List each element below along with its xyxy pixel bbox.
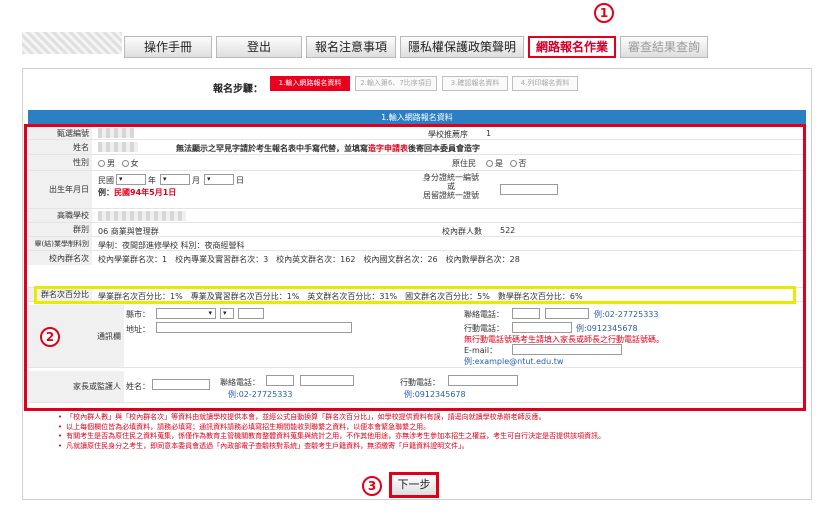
nav-notice-button[interactable]: 報名注意事項 [306,36,396,58]
site-logo [22,32,122,54]
note-item: 有關考生是否為原住民之資料蒐集，係僅作為教育主管機關教育整體資料蒐集與統計之用，… [58,432,605,442]
step-1: 1.輸入網路報名資料 [270,76,350,91]
steps-label: 報名步驟： [213,84,263,95]
note-item: 以上每個欄位皆為必填資料，請務必填寫；通訊資料請務必填寫招生期間能收到聯繫之資料… [58,423,605,433]
nav-manual-button[interactable]: 操作手冊 [124,36,212,58]
callout-3: 3 [362,476,382,496]
step-2: 2.輸入第6、7比序項目 [355,76,437,91]
form-highlight-frame [24,124,806,411]
callout-1: 1 [594,3,614,23]
nav-privacy-button[interactable]: 隱私權保護政策聲明 [400,36,524,58]
step-3: 3.確認報名資料 [442,76,508,91]
nav-online-registration-button[interactable]: 網路報名作業 [528,36,616,58]
nav-result-query-button[interactable]: 審查結果查詢 [620,36,708,58]
top-nav: 操作手冊 登出 報名注意事項 隱私權保護政策聲明 網路報名作業 審查結果查詢 [0,28,824,58]
note-item: 「校內群人數」與「校內群名次」等資料由就讀學校提供本會，並經公式自動換算「群名次… [58,413,605,423]
next-step-button[interactable]: 下一步 [389,472,439,498]
notes-list: 「校內群人數」與「校內群名次」等資料由就讀學校提供本會，並經公式自動換算「群名次… [58,413,605,451]
callout-2: 2 [40,327,60,347]
note-item: 凡就讀原住民身分之考生，即同意本委員會透過「內政部電子查驗核對系統」查驗考生戶籍… [58,442,605,452]
step-4: 4.列印報名資料 [512,76,578,91]
nav-logout-button[interactable]: 登出 [216,36,302,58]
percent-highlight-frame [34,286,796,304]
